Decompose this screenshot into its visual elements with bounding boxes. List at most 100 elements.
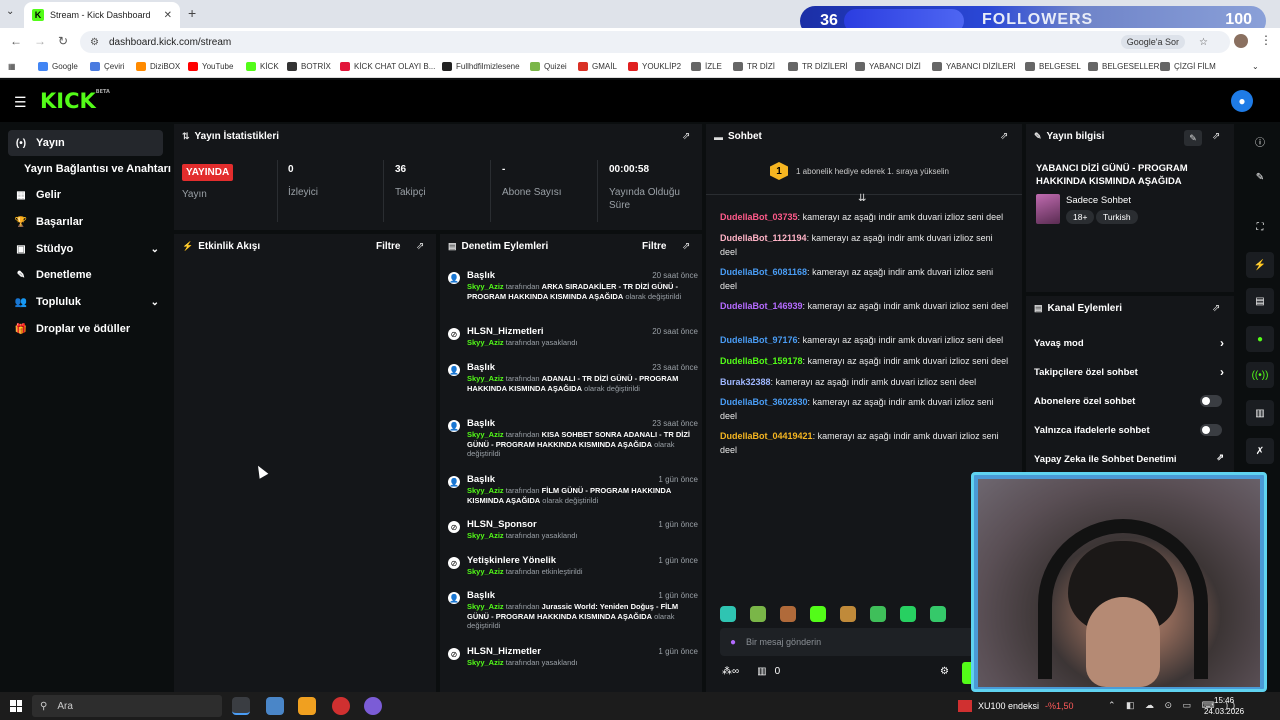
browser-menu-icon[interactable]: ⋮ — [1260, 33, 1272, 47]
chat-username[interactable]: DudellaBot_3602830 — [720, 397, 808, 407]
followers-only-row[interactable]: Takipçilere özel sohbet › — [1034, 365, 1224, 379]
bookmark-item[interactable]: BELGESELLER — [1088, 62, 1159, 71]
moderator-name[interactable]: Skyy_Aziz — [467, 658, 504, 667]
lightning-icon[interactable]: ⚡ — [1246, 252, 1274, 278]
expand-icon[interactable]: ⇗ — [1212, 303, 1220, 314]
slow-mode-row[interactable]: Yavaş mod › — [1034, 336, 1224, 350]
menu-icon[interactable]: ☰ — [14, 94, 27, 111]
media-icon[interactable] — [298, 697, 316, 715]
reload-icon[interactable]: ↻ — [58, 34, 68, 48]
activity-filter-button[interactable]: Filtre — [376, 241, 400, 252]
sidebar-item-stream-key[interactable]: Yayın Bağlantısı ve Anahtarı — [8, 156, 173, 182]
expand-icon[interactable]: ⇗ — [682, 241, 690, 252]
moderator-name[interactable]: Skyy_Aziz — [467, 430, 504, 439]
wrench-icon[interactable]: ✗ — [1246, 438, 1274, 464]
moderator-name[interactable]: Skyy_Aziz — [467, 602, 504, 611]
bookmark-item[interactable]: TR DİZİ — [733, 62, 775, 71]
sidebar-item-gelir[interactable]: ▦ Gelir — [8, 182, 163, 208]
moderator-name[interactable]: Skyy_Aziz — [467, 374, 504, 383]
broadcast-icon[interactable]: ((•)) — [1246, 362, 1274, 388]
bookmark-item[interactable]: KİCK CHAT OLAYI B... — [340, 62, 435, 71]
sidebar-item-basarilar[interactable]: 🏆 Başarılar — [8, 209, 163, 235]
bookmark-item[interactable]: BOTRİX — [287, 62, 331, 71]
chat-settings-icon[interactable]: ⚙ — [940, 666, 949, 677]
moderator-name[interactable]: Skyy_Aziz — [467, 338, 504, 347]
tab-search-icon[interactable]: ⌄ — [6, 6, 14, 17]
bookmark-item[interactable]: YouTube — [188, 62, 233, 71]
sidebar-item-denetleme[interactable]: ✎ Denetleme — [8, 262, 163, 288]
expand-icon[interactable]: ⇗ — [1212, 131, 1220, 142]
gift-banner[interactable]: 1 1 abonelik hediye ederek 1. sıraya yük… — [770, 162, 949, 180]
taskbar-clock[interactable]: 15:46 24.03.2026 — [1204, 695, 1244, 717]
moderation-filter-button[interactable]: Filtre — [642, 241, 666, 252]
chrome-icon[interactable] — [232, 697, 250, 715]
chat-username[interactable]: DudellaBot_6081168 — [720, 267, 807, 277]
explorer-icon[interactable] — [266, 697, 284, 715]
bookmark-item[interactable]: TR DİZİLERİ — [788, 62, 848, 71]
sidebar-item-yayin[interactable]: (•) Yayın — [8, 130, 163, 156]
bookmark-item[interactable]: YABANCI DİZİ — [855, 62, 921, 71]
bookmark-item[interactable]: GMAİL — [578, 62, 617, 71]
emote-icon[interactable] — [750, 606, 766, 622]
expand-icon[interactable]: ⇗ — [682, 131, 690, 142]
chat-username[interactable]: DudellaBot_04419421 — [720, 431, 813, 441]
profile-avatar[interactable] — [1234, 34, 1248, 48]
browser-tab[interactable]: K Stream - Kick Dashboard ✕ — [24, 2, 180, 28]
bookmark-item[interactable]: KİCK — [246, 62, 279, 71]
bookmark-item[interactable]: Çeviri — [90, 62, 124, 71]
pencil-icon[interactable]: ✎ — [1246, 164, 1274, 190]
taskbar-search[interactable]: ⚲ Ara — [32, 695, 222, 717]
moderator-name[interactable]: Skyy_Aziz — [467, 486, 504, 495]
emote-icon[interactable] — [870, 606, 886, 622]
sidebar-item-topluluk[interactable]: 👥 Topluluk ⌄ — [8, 289, 163, 315]
user-avatar[interactable]: ● — [1231, 90, 1253, 112]
stock-widget[interactable]: XU100 endeksi -%1,50 — [958, 700, 1074, 712]
sidebar-item-droplar[interactable]: 🎁 Droplar ve ödüller — [8, 316, 163, 342]
moderator-name[interactable]: Skyy_Aziz — [467, 282, 504, 291]
chat-username[interactable]: DudellaBot_97176 — [720, 335, 798, 345]
emote-icon[interactable] — [780, 606, 796, 622]
bookmark-item[interactable]: Google — [38, 62, 78, 71]
bookmarks-more-icon[interactable]: ⌄ — [1252, 62, 1259, 71]
emote-only-toggle[interactable] — [1200, 424, 1222, 436]
mic-icon[interactable]: ● — [730, 637, 736, 648]
chat-username[interactable]: DudellaBot_03735 — [720, 212, 798, 222]
expand-icon[interactable]: ⇗ — [1000, 131, 1008, 142]
bookmark-item[interactable]: Fullhdfilmizlesene — [442, 62, 520, 71]
bookmark-item[interactable]: YABANCI DİZİLERİ — [932, 62, 1016, 71]
chat-username[interactable]: DudellaBot_1121194 — [720, 233, 807, 243]
bookmark-star-icon[interactable]: ☆ — [1199, 37, 1208, 48]
moderator-name[interactable]: Skyy_Aziz — [467, 531, 504, 540]
info-icon[interactable]: ⓘ — [1246, 128, 1274, 154]
clipboard-icon[interactable]: ▤ — [1246, 288, 1274, 314]
bookmark-item[interactable]: Quizei — [530, 62, 567, 71]
close-tab-icon[interactable]: ✕ — [164, 10, 172, 21]
subscribers-only-toggle[interactable] — [1200, 395, 1222, 407]
fullscreen-icon[interactable]: ⛶ — [1246, 214, 1274, 240]
emote-icon[interactable] — [810, 606, 826, 622]
expand-icon[interactable]: ⇗ — [416, 241, 424, 252]
emote-icon[interactable] — [930, 606, 946, 622]
back-icon[interactable]: ← — [10, 34, 22, 48]
chat-input[interactable]: ● Bir mesaj gönderin — [720, 628, 980, 656]
sidebar-item-studyo[interactable]: ▣ Stüdyo ⌄ — [8, 236, 163, 262]
google-ask-button[interactable]: Google'a Sor — [1120, 35, 1186, 49]
bookmark-item[interactable]: DiziBOX — [136, 62, 180, 71]
apps-icon[interactable]: ▦ — [8, 62, 16, 71]
emote-icon[interactable] — [900, 606, 916, 622]
kick-logo[interactable]: KICKBETA — [40, 89, 110, 113]
edit-icon[interactable]: ✎ — [1184, 130, 1202, 146]
chat-username[interactable]: DudellaBot_146939 — [720, 301, 803, 311]
infinity-points-icon[interactable]: ⁂∞ — [722, 666, 739, 677]
forward-icon[interactable]: → — [34, 34, 46, 48]
gift-icon[interactable]: ▥ — [757, 666, 766, 677]
layers-icon[interactable]: ▥ — [1246, 400, 1274, 426]
site-info-icon[interactable]: ⚙ — [90, 37, 99, 48]
windows-start-icon[interactable] — [10, 700, 22, 712]
obs-icon[interactable] — [332, 697, 350, 715]
chat-username[interactable]: DudellaBot_159178 — [720, 356, 803, 366]
bookmark-item[interactable]: ÇİZGİ FİLM — [1160, 62, 1216, 71]
moderator-name[interactable]: Skyy_Aziz — [467, 567, 504, 576]
url-field[interactable]: ⚙ dashboard.kick.com/stream Google'a Sor… — [80, 31, 1230, 53]
emote-icon[interactable] — [720, 606, 736, 622]
